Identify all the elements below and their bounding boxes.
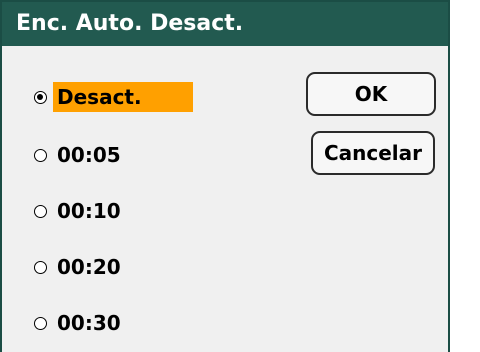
radio-label-00-10: 00:10 <box>57 199 121 223</box>
dialog-title: Enc. Auto. Desact. <box>2 2 448 46</box>
radio-unselected-icon[interactable] <box>34 316 47 330</box>
radio-label-00-30: 00:30 <box>57 311 121 335</box>
auto-off-dialog: Enc. Auto. Desact. Desact. 00:05 00:10 0… <box>0 0 450 352</box>
radio-label-desact: Desact. <box>53 82 193 112</box>
radio-unselected-icon[interactable] <box>34 148 47 162</box>
radio-option-00-30[interactable]: 00:30 <box>34 307 125 339</box>
cancel-button[interactable]: Cancelar <box>311 131 435 175</box>
radio-option-00-20[interactable]: 00:20 <box>34 251 125 283</box>
radio-unselected-icon[interactable] <box>34 260 47 274</box>
radio-label-00-05: 00:05 <box>57 143 121 167</box>
radio-option-desact[interactable]: Desact. <box>34 81 193 113</box>
radio-label-00-20: 00:20 <box>57 255 121 279</box>
radio-unselected-icon[interactable] <box>34 204 47 218</box>
radio-option-00-05[interactable]: 00:05 <box>34 139 125 171</box>
radio-selected-icon[interactable] <box>34 90 47 104</box>
ok-button[interactable]: OK <box>306 72 436 116</box>
radio-option-00-10[interactable]: 00:10 <box>34 195 125 227</box>
